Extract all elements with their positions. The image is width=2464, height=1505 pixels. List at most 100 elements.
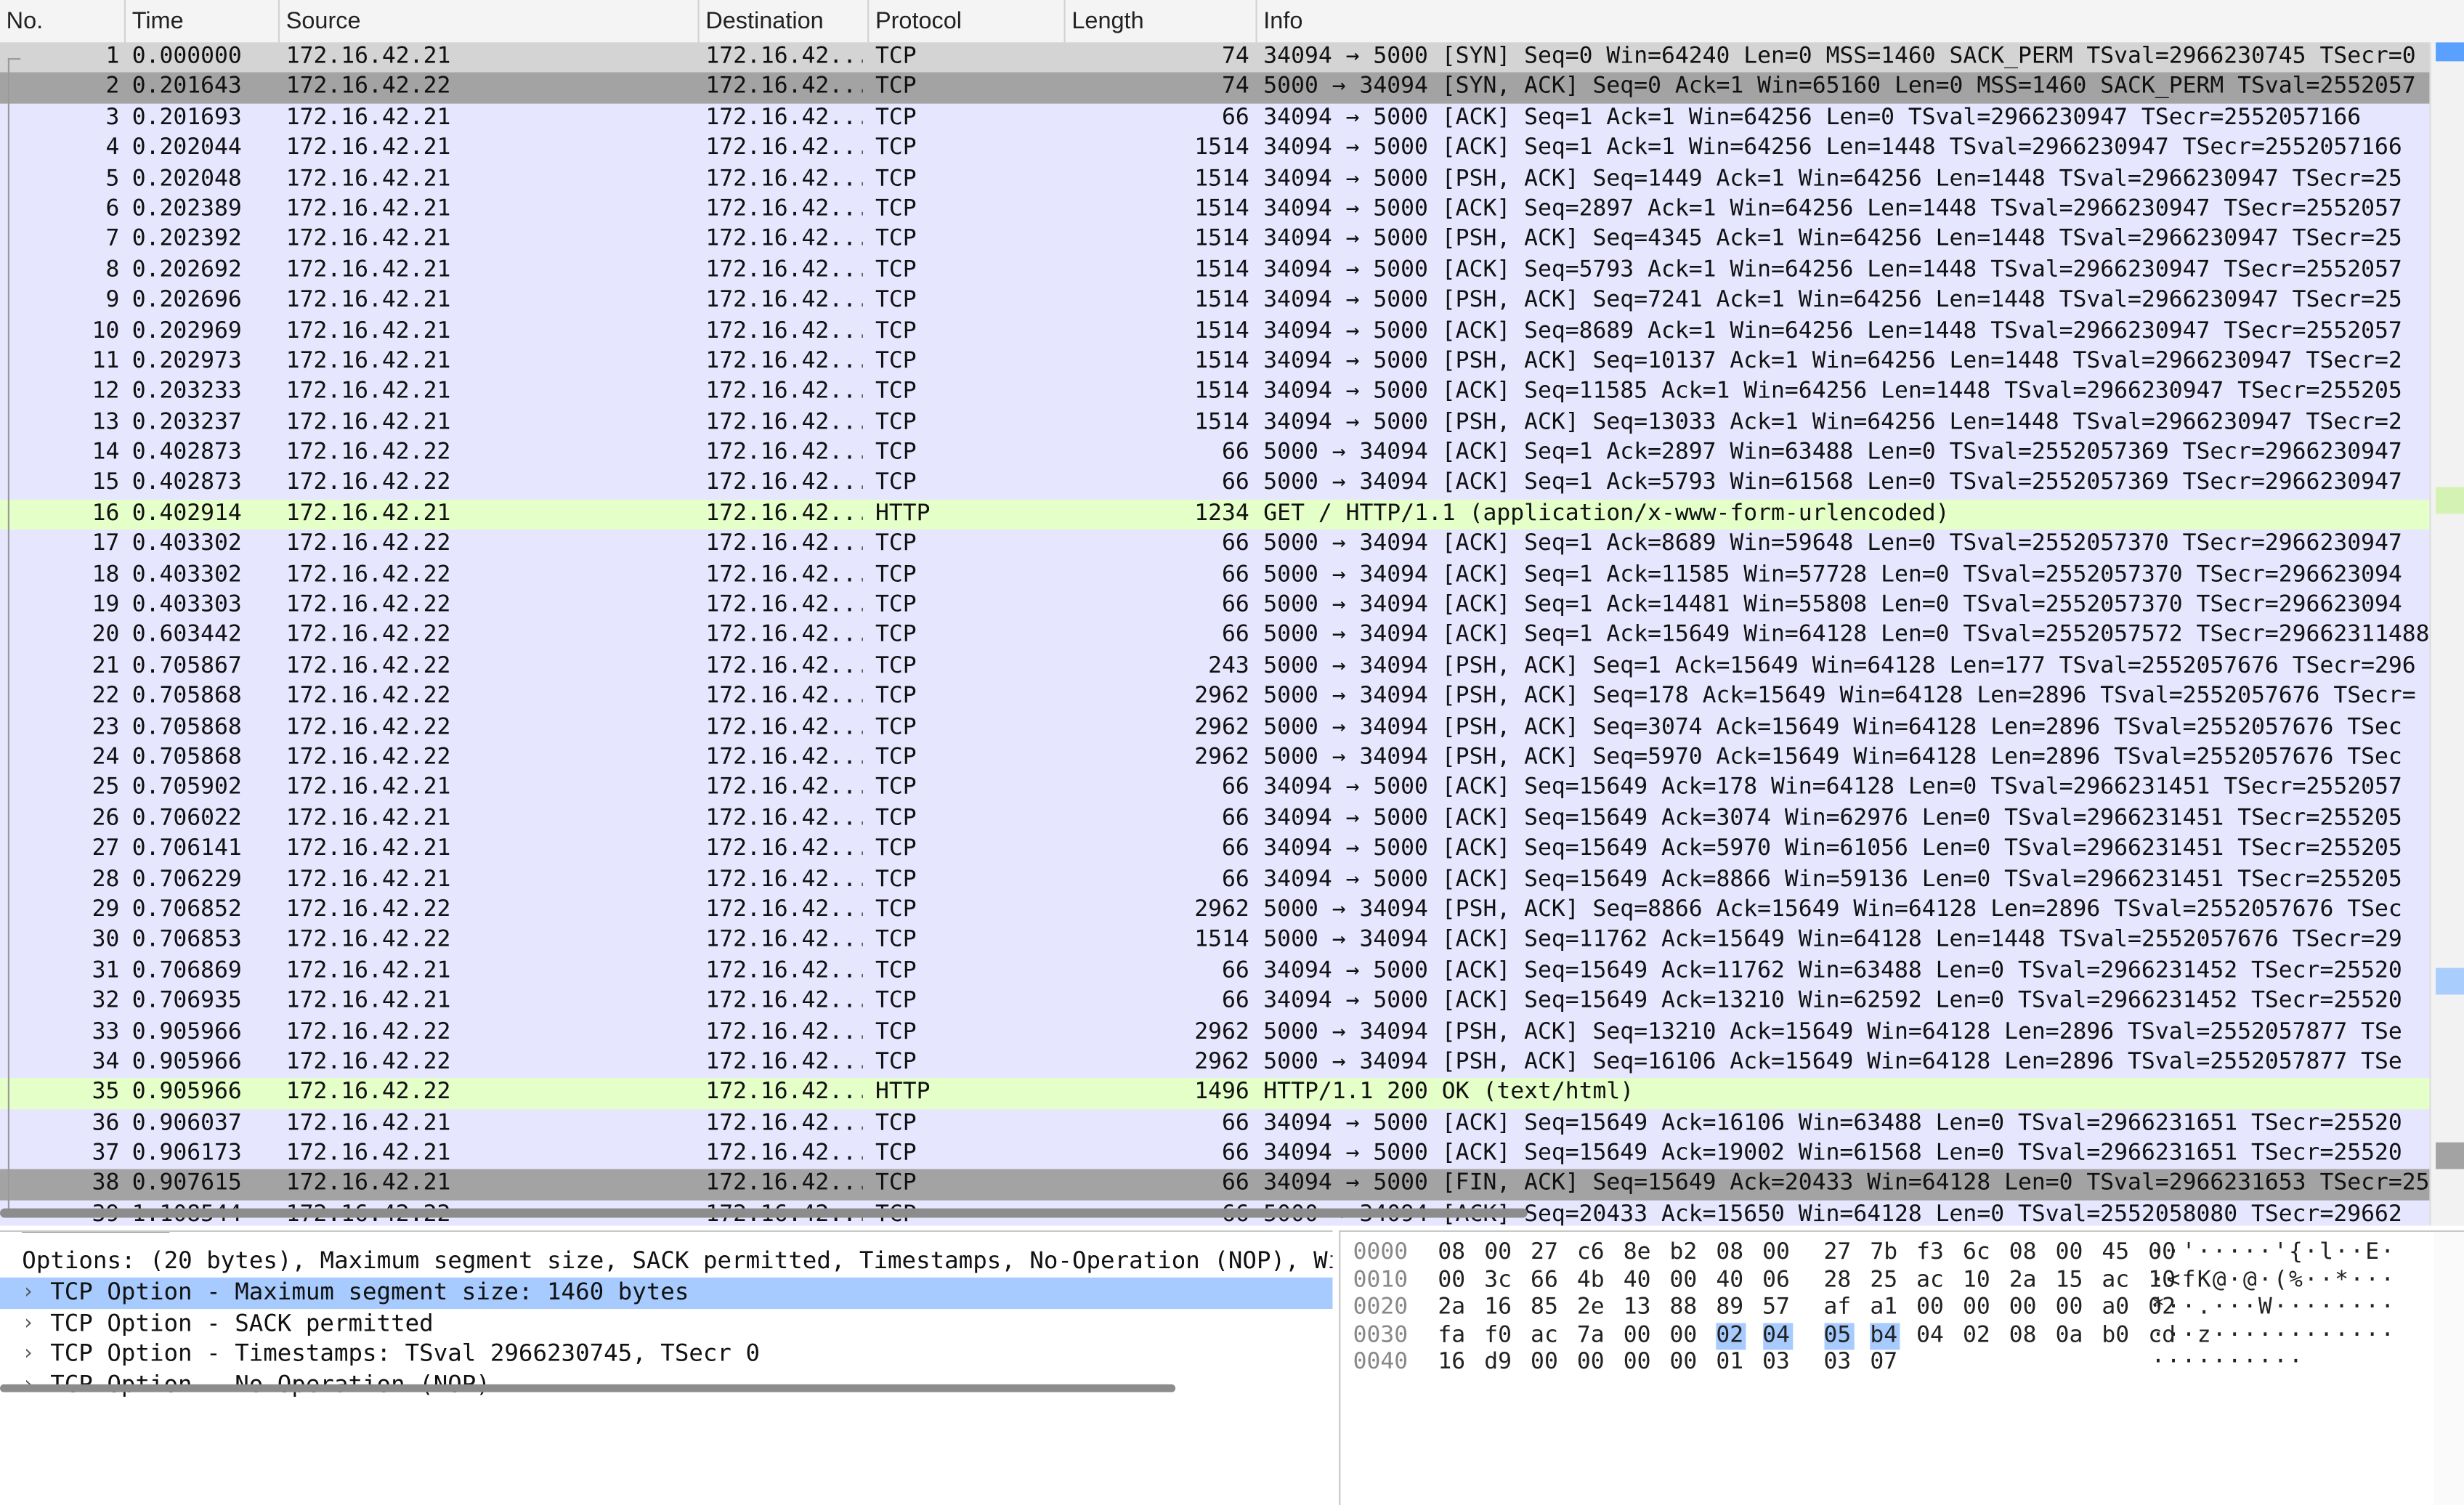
col-header-protocol[interactable]: Protocol: [869, 0, 1066, 43]
packet-row[interactable]: 3 0.201693 172.16.42.21 172.16.42... TCP 66 34…: [0, 103, 2430, 134]
packet-row[interactable]: 2 0.201643 172.16.42.22 172.16.42... TCP 74 50…: [0, 73, 2430, 104]
byte-hex[interactable]: 04: [1762, 1322, 1793, 1350]
byte-hex[interactable]: b4: [1870, 1322, 1900, 1350]
byte-ascii[interactable]: ···z············: [2152, 1322, 2396, 1350]
expand-chevron-icon[interactable]: ›: [22, 1339, 34, 1369]
packet-list-hscroll-thumb[interactable]: [0, 1208, 1528, 1218]
byte-hex[interactable]: 01: [1716, 1350, 1746, 1377]
packet-row[interactable]: 33 0.905966 172.16.42.22 172.16.42... TCP 296…: [0, 1017, 2430, 1048]
byte-hex[interactable]: 40: [1624, 1267, 1653, 1295]
detail-tcp-option-row[interactable]: › TCP Option - Maximum segment size: 1460…: [0, 1277, 1333, 1308]
byte-hex[interactable]: 04: [1916, 1322, 1946, 1350]
byte-hex[interactable]: 00: [1670, 1350, 1700, 1377]
byte-hex[interactable]: c6: [1577, 1240, 1607, 1267]
packet-row[interactable]: 20 0.603442 172.16.42.22 172.16.42... TCP 66 5…: [0, 621, 2430, 652]
detail-tcp-option-row[interactable]: › TCP Option - Timestamps: TSval 29662307…: [0, 1339, 1332, 1369]
packet-row[interactable]: 4 0.202044 172.16.42.21 172.16.42... TCP 1514…: [0, 134, 2430, 165]
packet-row[interactable]: 16 0.402914 172.16.42.21 172.16.42... HTTP 12…: [0, 499, 2430, 530]
byte-hex[interactable]: 6c: [1963, 1240, 1993, 1267]
byte-hex[interactable]: fa: [1438, 1322, 1467, 1350]
byte-hex[interactable]: 27: [1824, 1240, 1854, 1267]
packet-row[interactable]: 17 0.403302 172.16.42.22 172.16.42... TCP 66 5…: [0, 530, 2430, 561]
byte-hex[interactable]: 08: [1716, 1240, 1746, 1267]
bytes-scrollbar[interactable]: [2433, 1232, 2464, 1505]
byte-hex[interactable]: 03: [1824, 1350, 1854, 1377]
byte-hex[interactable]: a0: [2102, 1295, 2131, 1323]
col-header-destination[interactable]: Destination: [700, 0, 870, 43]
byte-hex[interactable]: 4b: [1577, 1267, 1607, 1295]
byte-hex[interactable]: 00: [2009, 1295, 2039, 1323]
byte-hex[interactable]: 2a: [2009, 1267, 2039, 1295]
byte-hex[interactable]: 00: [1531, 1350, 1560, 1377]
col-header-length[interactable]: Length: [1066, 0, 1257, 43]
byte-hex[interactable]: 00: [1916, 1295, 1946, 1323]
packet-row[interactable]: 23 0.705868 172.16.42.22 172.16.42... TCP 296…: [0, 713, 2430, 744]
byte-hex[interactable]: 00: [1670, 1267, 1700, 1295]
byte-hex[interactable]: a1: [1870, 1295, 1900, 1323]
byte-hex[interactable]: 16: [1438, 1350, 1467, 1377]
byte-hex[interactable]: 00: [1963, 1295, 1993, 1323]
byte-hex[interactable]: f0: [1484, 1322, 1514, 1350]
packet-row[interactable]: 7 0.202392 172.16.42.21 172.16.42... TCP 1514…: [0, 225, 2430, 256]
byte-hex[interactable]: 27: [1531, 1240, 1560, 1267]
packet-row[interactable]: 10 0.202969 172.16.42.21 172.16.42... TCP 151…: [0, 316, 2430, 347]
packet-row[interactable]: 6 0.202389 172.16.42.21 172.16.42... TCP 1514…: [0, 195, 2430, 226]
packet-bytes[interactable]: 0000 08 00 27 c6 8e b2 08 00 27 7b f3 6c 08 00 45 00 ··'·…: [1339, 1230, 2464, 1505]
byte-hex[interactable]: d9: [1484, 1350, 1514, 1377]
byte-hex[interactable]: 2a: [1438, 1295, 1467, 1323]
byte-hex[interactable]: 06: [1762, 1267, 1792, 1295]
packet-row[interactable]: 34 0.905966 172.16.42.22 172.16.42... TCP 296…: [0, 1047, 2430, 1079]
packet-row[interactable]: 32 0.706935 172.16.42.21 172.16.42... TCP 66 3…: [0, 986, 2430, 1018]
packet-row[interactable]: 11 0.202973 172.16.42.21 172.16.42... TCP 151…: [0, 346, 2430, 378]
byte-hex[interactable]: 85: [1531, 1295, 1560, 1323]
byte-ascii[interactable]: ··'·····'{·l··E·: [2152, 1240, 2396, 1267]
byte-hex[interactable]: 05: [1823, 1322, 1854, 1350]
byte-hex[interactable]: 00: [1484, 1240, 1514, 1267]
byte-hex[interactable]: ac: [2102, 1267, 2131, 1295]
packet-row[interactable]: 13 0.203237 172.16.42.21 172.16.42... TCP 151…: [0, 407, 2430, 439]
detail-options-row[interactable]: Options: (20 bytes), Maximum segment siz…: [0, 1246, 1332, 1276]
byte-ascii[interactable]: ··········: [2152, 1350, 2305, 1377]
packet-row[interactable]: 24 0.705868 172.16.42.22 172.16.42... TCP 296…: [0, 743, 2430, 774]
packet-row[interactable]: 1 0.000000 172.16.42.21 172.16.42... TCP 74 34…: [0, 42, 2430, 73]
detail-tcp-option-row[interactable]: › TCP Option - SACK permitted: [0, 1308, 1332, 1339]
byte-hex[interactable]: 00: [1624, 1322, 1653, 1350]
byte-hex[interactable]: 89: [1716, 1295, 1746, 1323]
col-header-time[interactable]: Time: [126, 0, 280, 43]
byte-hex[interactable]: af: [1824, 1295, 1854, 1323]
byte-hex[interactable]: 08: [1438, 1240, 1467, 1267]
byte-hex[interactable]: 00: [1438, 1267, 1467, 1295]
byte-hex[interactable]: 00: [2056, 1295, 2086, 1323]
col-header-info[interactable]: Info: [1257, 0, 2464, 42]
packet-row[interactable]: 21 0.705867 172.16.42.22 172.16.42... TCP 243…: [0, 652, 2430, 683]
byte-hex[interactable]: 00: [2056, 1240, 2086, 1267]
packet-row[interactable]: 30 0.706853 172.16.42.22 172.16.42... TCP 151…: [0, 925, 2430, 957]
byte-hex[interactable]: 00: [1670, 1322, 1700, 1350]
byte-hex[interactable]: 66: [1531, 1267, 1560, 1295]
packet-row[interactable]: 8 0.202692 172.16.42.21 172.16.42... TCP 1514…: [0, 256, 2430, 286]
packet-row[interactable]: 25 0.705902 172.16.42.21 172.16.42... TCP 66 3…: [0, 774, 2430, 805]
byte-hex[interactable]: 8e: [1624, 1240, 1653, 1267]
byte-hex[interactable]: 28: [1824, 1267, 1854, 1295]
byte-hex[interactable]: 7a: [1577, 1322, 1607, 1350]
byte-hex[interactable]: ac: [1916, 1267, 1946, 1295]
expand-chevron-icon[interactable]: ›: [22, 1278, 34, 1308]
packet-row[interactable]: 22 0.705868 172.16.42.22 172.16.42... TCP 296…: [0, 682, 2430, 713]
byte-ascii[interactable]: *··.···W········: [2152, 1295, 2396, 1323]
byte-hex[interactable]: 02: [1716, 1322, 1746, 1350]
packet-row[interactable]: 31 0.706869 172.16.42.21 172.16.42... TCP 66 3…: [0, 956, 2430, 987]
byte-hex[interactable]: 3c: [1484, 1267, 1514, 1295]
byte-hex[interactable]: f3: [1916, 1240, 1946, 1267]
byte-hex[interactable]: b0: [2102, 1322, 2131, 1350]
packet-row[interactable]: 37 0.906173 172.16.42.21 172.16.42... TCP 66 3…: [0, 1139, 2430, 1170]
byte-hex[interactable]: 02: [1963, 1322, 1993, 1350]
packet-row[interactable]: 28 0.706229 172.16.42.21 172.16.42... TCP 66 3…: [0, 864, 2430, 896]
byte-hex[interactable]: 57: [1762, 1295, 1792, 1323]
packet-row[interactable]: 9 0.202696 172.16.42.21 172.16.42... TCP 1514…: [0, 285, 2430, 317]
packet-row[interactable]: 26 0.706022 172.16.42.21 172.16.42... TCP 66 3…: [0, 804, 2430, 835]
col-header-no[interactable]: No.: [0, 0, 126, 43]
packet-list-scrollbar[interactable]: [2429, 42, 2464, 1226]
packet-row[interactable]: 27 0.706141 172.16.42.21 172.16.42... TCP 66 3…: [0, 835, 2430, 865]
packet-row[interactable]: 15 0.402873 172.16.42.22 172.16.42... TCP 66 5…: [0, 468, 2430, 500]
details-hscroll-thumb[interactable]: [0, 1384, 1176, 1392]
